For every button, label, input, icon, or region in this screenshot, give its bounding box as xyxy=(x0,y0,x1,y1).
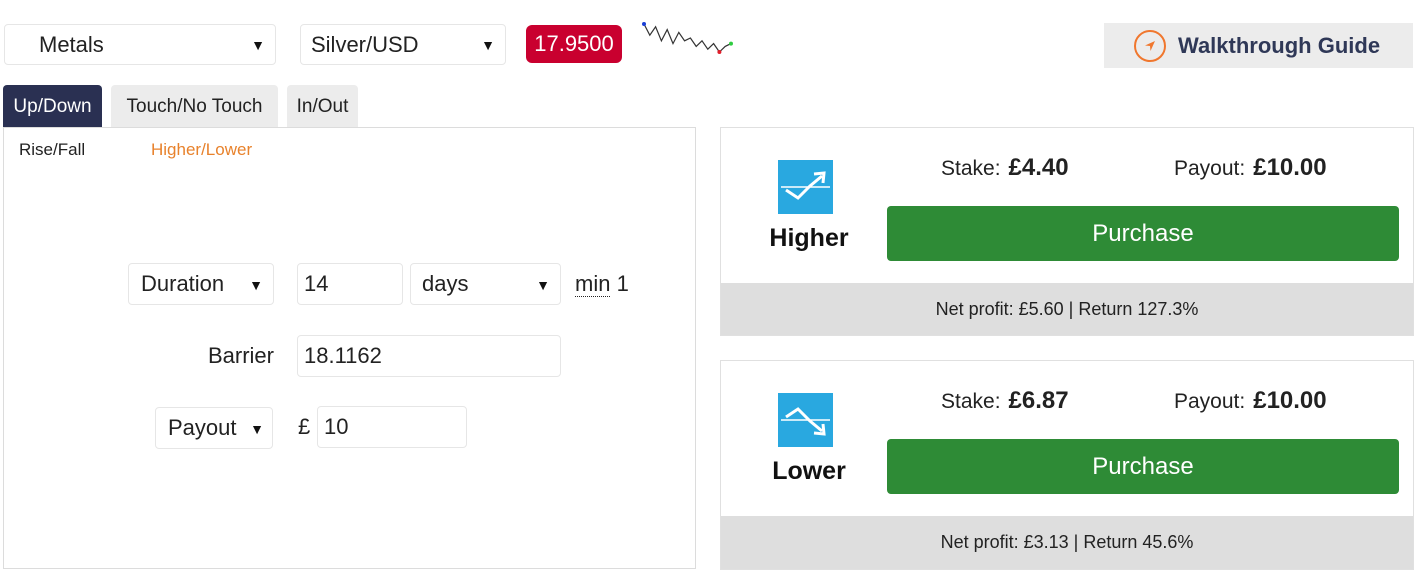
tab-touch-no-touch[interactable]: Touch/No Touch xyxy=(111,85,278,128)
payout-type-select[interactable]: Payout ▼ xyxy=(155,407,273,449)
duration-unit-select[interactable]: days ▼ xyxy=(410,263,561,305)
payout-label: Payout: xyxy=(1174,390,1246,413)
payout-display: Payout: £10.00 xyxy=(1174,387,1327,415)
trend-up-icon xyxy=(778,160,833,214)
stake-amount: £6.87 xyxy=(1008,387,1069,414)
contract-higher: Higher Stake: £4.40 Payout: £10.00 Purchas… xyxy=(720,127,1414,336)
subtab-rise-fall[interactable]: Rise/Fall xyxy=(19,140,85,160)
min-value: 1 xyxy=(616,271,629,296)
trade-form-panel: Rise/Fall Higher/Lower Duration ▼ 14 day… xyxy=(3,127,696,569)
contract-name: Higher xyxy=(769,224,849,252)
net-profit-info: Net profit: £3.13 | Return 45.6% xyxy=(721,516,1413,569)
payout-label: Payout: xyxy=(1174,157,1246,180)
stake-display: Stake: £6.87 xyxy=(941,387,1069,415)
stake-label: Stake: xyxy=(941,390,1001,413)
market-select[interactable]: Metals ▼ xyxy=(4,24,276,65)
caret-down-icon: ▼ xyxy=(249,277,263,293)
trend-down-icon xyxy=(778,393,833,447)
sparkline-line xyxy=(643,23,732,53)
payout-amount: £10.00 xyxy=(1253,154,1327,181)
compass-icon xyxy=(1134,29,1166,62)
duration-amount-input[interactable]: 14 xyxy=(297,263,403,305)
stake-display: Stake: £4.40 xyxy=(941,154,1069,182)
currency-symbol: £ xyxy=(298,414,311,439)
min-duration-hint: min 1 xyxy=(575,271,629,297)
payout-type-value: Payout xyxy=(168,415,237,440)
duration-unit-value: days xyxy=(422,271,469,296)
stake-label: Stake: xyxy=(941,157,1001,180)
walkthrough-guide-button[interactable]: Walkthrough Guide xyxy=(1104,23,1413,68)
price-sparkline xyxy=(642,22,733,54)
caret-down-icon: ▼ xyxy=(481,37,495,53)
barrier-label: Barrier xyxy=(207,343,274,368)
sparkline-end-dot xyxy=(729,41,733,46)
tab-up-down[interactable]: Up/Down xyxy=(3,85,102,128)
symbol-select-value: Silver/USD xyxy=(311,31,419,57)
purchase-higher-button[interactable]: Purchase xyxy=(887,206,1399,261)
sparkline-start-dot xyxy=(642,22,646,26)
tab-in-out[interactable]: In/Out xyxy=(287,85,358,128)
duration-type-select[interactable]: Duration ▼ xyxy=(128,263,274,305)
payout-amount: £10.00 xyxy=(1253,387,1327,414)
price-badge: 17.9500 xyxy=(526,25,622,63)
barrier-input[interactable]: 18.1162 xyxy=(297,335,561,377)
contract-lower: Lower Stake: £6.87 Payout: £10.00 Purchase… xyxy=(720,360,1414,570)
sparkline-low-dot xyxy=(717,50,722,54)
payout-amount-input[interactable]: 10 xyxy=(317,406,467,448)
symbol-select[interactable]: Silver/USD ▼ xyxy=(300,24,506,65)
min-word: min xyxy=(575,271,611,297)
duration-type-value: Duration xyxy=(141,271,225,296)
payout-display: Payout: £10.00 xyxy=(1174,154,1327,182)
market-select-value: Metals xyxy=(39,31,104,57)
caret-down-icon: ▼ xyxy=(250,421,264,437)
caret-down-icon: ▼ xyxy=(536,277,550,293)
subtab-higher-lower[interactable]: Higher/Lower xyxy=(151,140,252,160)
stake-amount: £4.40 xyxy=(1008,154,1069,181)
contract-name: Lower xyxy=(772,457,846,485)
net-profit-info: Net profit: £5.60 | Return 127.3% xyxy=(721,283,1413,335)
walkthrough-guide-label: Walkthrough Guide xyxy=(1178,32,1381,58)
purchase-lower-button[interactable]: Purchase xyxy=(887,439,1399,494)
caret-down-icon: ▼ xyxy=(251,37,265,53)
